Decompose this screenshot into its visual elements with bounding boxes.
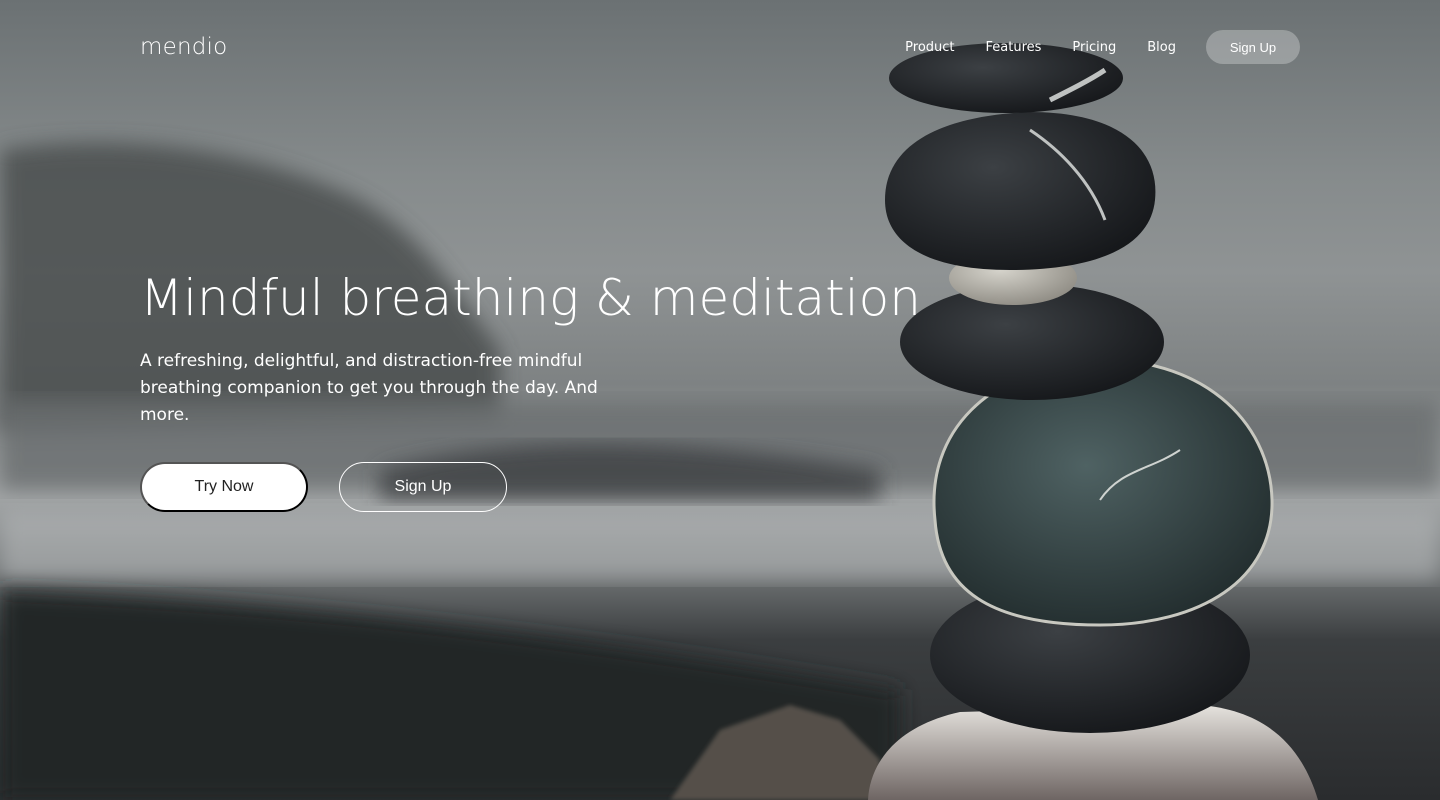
nav-links: Product Features Pricing Blog Sign Up <box>905 30 1300 64</box>
hero-headline: Mindful breathing & meditation <box>140 269 921 327</box>
top-navigation: mendio Product Features Pricing Blog Sig… <box>140 30 1300 64</box>
nav-link-pricing[interactable]: Pricing <box>1072 40 1116 55</box>
try-now-button[interactable]: Try Now <box>140 462 308 512</box>
hero-section: mendio Product Features Pricing Blog Sig… <box>0 0 1440 800</box>
hero-subheadline: A refreshing, delightful, and distractio… <box>140 351 598 425</box>
nav-link-features[interactable]: Features <box>986 40 1042 55</box>
hero-signup-button[interactable]: Sign Up <box>339 462 507 512</box>
nav-link-blog[interactable]: Blog <box>1147 40 1176 55</box>
nav-link-product[interactable]: Product <box>905 40 954 55</box>
brand-logo[interactable]: mendio <box>140 34 227 60</box>
nav-signup-button[interactable]: Sign Up <box>1206 30 1300 64</box>
